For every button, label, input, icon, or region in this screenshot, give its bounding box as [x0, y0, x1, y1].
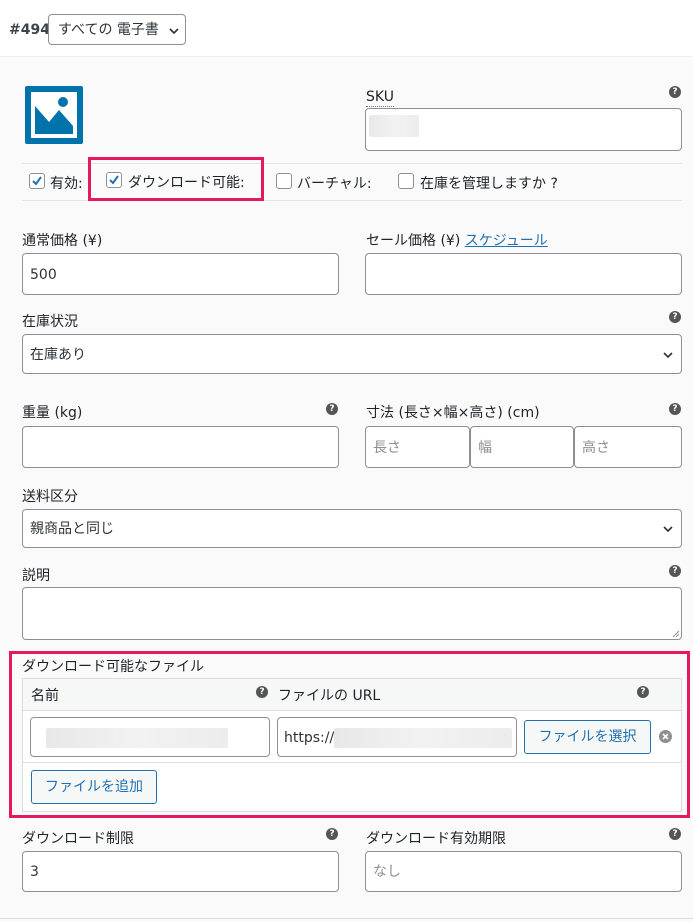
download-expiry-placeholder: なし: [373, 864, 401, 880]
file-url-input[interactable]: https://: [277, 717, 517, 757]
variation-attribute-value: すべての 電子書: [58, 22, 159, 38]
shipping-class-select[interactable]: 親商品と同じ: [22, 509, 682, 548]
download-limit-value: 3: [30, 864, 39, 880]
chevron-down-icon: [169, 28, 179, 34]
download-limit-input[interactable]: 3: [22, 851, 339, 892]
stock-status-value: 在庫あり: [30, 347, 86, 363]
variation-attribute-select[interactable]: すべての 電子書: [48, 14, 186, 45]
file-name-input[interactable]: [30, 717, 270, 757]
manage-stock-label: 在庫を管理しますか ?: [420, 176, 558, 192]
divider: [0, 918, 693, 919]
regular-price-input[interactable]: 500: [22, 253, 339, 295]
file-url-value-redacted: [334, 728, 512, 748]
dimensions-label: 寸法 (長さ×幅×高さ) (cm): [366, 405, 540, 421]
file-url-header: ファイルの URL: [278, 688, 381, 704]
resize-handle-icon[interactable]: [671, 629, 680, 638]
downloadable-files-label: ダウンロード可能なファイル: [22, 659, 204, 675]
weight-input[interactable]: [22, 426, 339, 468]
chevron-down-icon: [663, 526, 673, 532]
regular-price-value: 500: [30, 267, 57, 283]
help-icon[interactable]: ?: [669, 311, 681, 323]
virtual-label: バーチャル:: [297, 176, 372, 192]
schedule-link[interactable]: スケジュール: [465, 233, 548, 249]
description-label: 説明: [22, 568, 50, 584]
help-icon[interactable]: ?: [669, 403, 681, 415]
virtual-checkbox[interactable]: [276, 173, 292, 189]
help-icon[interactable]: ?: [326, 403, 338, 415]
download-expiry-input[interactable]: なし: [365, 851, 682, 892]
help-icon[interactable]: ?: [669, 828, 681, 840]
shipping-class-value: 親商品と同じ: [30, 521, 114, 537]
enabled-checkbox[interactable]: [29, 173, 45, 189]
help-icon[interactable]: ?: [256, 686, 268, 698]
downloadable-checkbox[interactable]: [106, 172, 122, 188]
stock-status-label: 在庫状況: [22, 314, 78, 330]
shipping-class-label: 送料区分: [22, 489, 78, 505]
help-icon[interactable]: ?: [326, 828, 338, 840]
placeholder-image-icon: [25, 86, 83, 144]
sku-label: SKU: [366, 89, 394, 107]
sku-value-redacted: [369, 115, 419, 137]
help-icon[interactable]: ?: [669, 565, 681, 577]
remove-file-icon[interactable]: [659, 730, 672, 743]
manage-stock-checkbox[interactable]: [398, 173, 414, 189]
sale-price-input[interactable]: [365, 253, 682, 295]
help-icon[interactable]: ?: [669, 86, 681, 98]
width-input[interactable]: 幅: [470, 426, 574, 468]
sku-input[interactable]: [365, 108, 682, 151]
chevron-down-icon: [663, 352, 673, 358]
file-name-value-redacted: [46, 728, 228, 748]
sale-price-label: セール価格 (¥) スケジュール: [366, 233, 548, 249]
description-textarea[interactable]: [22, 587, 682, 640]
add-file-button[interactable]: ファイルを追加: [31, 770, 157, 804]
variation-id: #494: [9, 22, 50, 38]
height-input[interactable]: 高さ: [574, 426, 682, 468]
stock-status-select[interactable]: 在庫あり: [22, 334, 682, 374]
variation-image-button[interactable]: [25, 86, 83, 144]
choose-file-button[interactable]: ファイルを選択: [524, 720, 651, 754]
help-icon[interactable]: ?: [637, 686, 649, 698]
download-expiry-label: ダウンロード有効期限: [366, 831, 506, 847]
length-placeholder: 長さ: [373, 440, 401, 456]
weight-label: 重量 (kg): [22, 405, 83, 421]
downloadable-label: ダウンロード可能:: [128, 175, 245, 191]
file-url-value: https://: [284, 730, 335, 746]
height-placeholder: 高さ: [582, 440, 610, 456]
regular-price-label: 通常価格 (¥): [22, 233, 103, 249]
divider: [23, 762, 681, 763]
download-limit-label: ダウンロード制限: [22, 831, 134, 847]
width-placeholder: 幅: [478, 440, 492, 456]
file-name-header: 名前: [31, 688, 59, 704]
length-input[interactable]: 長さ: [365, 426, 470, 468]
enabled-label: 有効:: [50, 176, 83, 192]
variation-header: #494 すべての 電子書: [0, 0, 693, 57]
